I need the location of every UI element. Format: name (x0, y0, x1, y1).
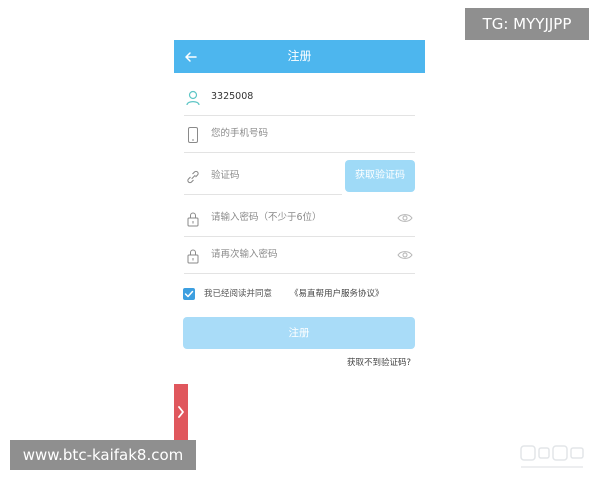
page-title: 注册 (287, 49, 312, 63)
agreement-checkbox[interactable] (183, 288, 195, 300)
get-code-button[interactable]: 获取验证码 (345, 160, 415, 192)
confirm-password-field[interactable]: 请再次输入密码 (184, 236, 415, 274)
watermark-logo (520, 445, 584, 468)
app-header: 注册 (174, 40, 425, 73)
arrow-left-icon (185, 52, 197, 62)
register-button[interactable]: 注册 (183, 317, 415, 349)
agreement-link[interactable]: 《易直帮用户服务协议》 (290, 286, 384, 302)
code-placeholder: 验证码 (211, 170, 240, 181)
chevron-right-icon (178, 406, 184, 418)
no-code-link[interactable]: 获取不到验证码? (347, 356, 411, 370)
user-icon (186, 90, 200, 106)
url-overlay-label: www.btc-kaifak8.com (10, 440, 196, 470)
tg-overlay-label: TG: MYYJJPP (465, 8, 589, 40)
side-drawer-tab[interactable] (174, 384, 188, 440)
link-icon (187, 170, 199, 184)
password-placeholder: 请输入密码（不少于6位） (211, 212, 322, 223)
code-field[interactable]: 验证码 (184, 157, 342, 195)
lock-icon (187, 212, 199, 227)
screenshot: TG: MYYJJPP 注册 3325008 您的手机号码 验证码 获取验证码 … (0, 0, 600, 480)
username-field[interactable]: 3325008 (184, 78, 415, 116)
phone-placeholder: 您的手机号码 (211, 128, 269, 139)
eye-icon[interactable] (397, 213, 413, 223)
username-value: 3325008 (211, 91, 254, 102)
back-button[interactable] (180, 46, 202, 68)
phone-screen: 注册 3325008 您的手机号码 验证码 获取验证码 请输入密码（不少于6位）… (174, 40, 584, 468)
password-field[interactable]: 请输入密码（不少于6位） (184, 199, 415, 237)
lock-icon (187, 249, 199, 264)
agreement-text: 我已经阅读并同意 (204, 289, 273, 299)
confirm-password-placeholder: 请再次输入密码 (211, 249, 278, 260)
eye-icon[interactable] (397, 250, 413, 260)
phone-icon (188, 127, 198, 143)
phone-field[interactable]: 您的手机号码 (184, 115, 415, 153)
